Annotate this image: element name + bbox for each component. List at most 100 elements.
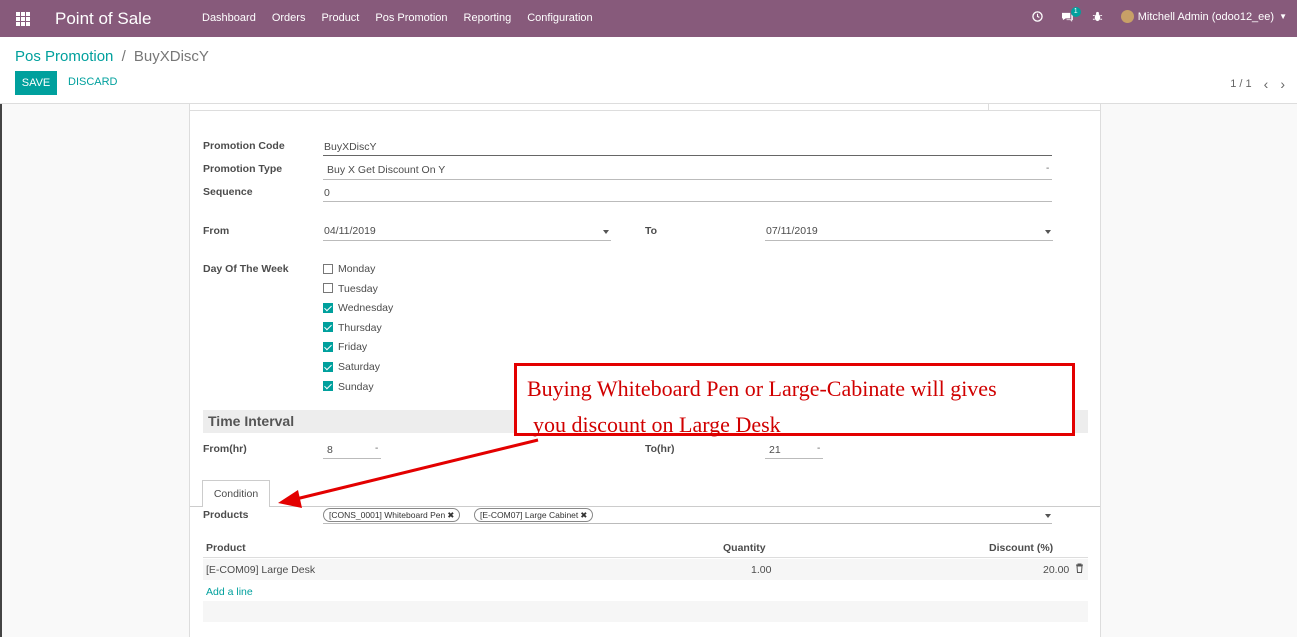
systray: 1 Mitchell Admin (odoo12_ee) ▼ — [1014, 7, 1287, 23]
from-hr-dropdown-icon[interactable]: - — [375, 443, 378, 454]
annotation-line-1: Buying Whiteboard Pen or Large-Cabinate … — [527, 376, 997, 401]
row-quantity[interactable]: 1.00 — [751, 564, 771, 576]
avatar — [1120, 10, 1134, 23]
day-label: Wednesday — [338, 302, 394, 315]
tab-strip-border — [190, 506, 1100, 507]
promotion-type-select[interactable]: Buy X Get Discount On Y — [327, 164, 445, 176]
from-date-underline — [323, 240, 611, 241]
discard-button[interactable]: DISCARD — [68, 76, 118, 88]
annotation-callout: Buying Whiteboard Pen or Large-Cabinate … — [514, 363, 1075, 437]
promotion-code-underline — [323, 155, 1052, 156]
menu-dashboard[interactable]: Dashboard — [202, 12, 256, 24]
app-brand[interactable]: Point of Sale — [55, 9, 151, 29]
from-hr-input[interactable]: 8 — [327, 444, 333, 456]
day-checkbox-wednesday[interactable] — [323, 302, 333, 313]
day-checkbox-sunday[interactable] — [323, 381, 333, 392]
discount-table-header — [203, 539, 1088, 558]
trash-icon[interactable] — [1075, 563, 1084, 576]
user-name: Mitchell Admin (odoo12_ee) — [1137, 10, 1275, 23]
day-checkbox-thursday[interactable] — [323, 322, 333, 333]
sheet-divider — [190, 110, 1100, 111]
bug-icon[interactable] — [1092, 11, 1103, 22]
product-tag[interactable]: [CONS_0001] Whiteboard Pen ✖ — [323, 508, 461, 522]
promotion-type-dropdown-icon[interactable]: - — [1046, 163, 1049, 174]
control-panel: Pos Promotion / BuyXDiscY SAVE DISCARD 1… — [0, 37, 1297, 104]
remove-tag-icon[interactable]: ✖ — [447, 510, 454, 520]
products-dropdown-caret-icon[interactable] — [1045, 514, 1051, 518]
tab-condition[interactable]: Condition — [202, 480, 270, 507]
from-date-caret-icon[interactable] — [603, 230, 609, 234]
day-checkbox-friday[interactable] — [323, 341, 333, 352]
day-checkbox-tuesday[interactable] — [323, 283, 333, 294]
pager-value[interactable]: 1 / 1 — [1230, 78, 1251, 90]
promotion-code-label: Promotion Code — [203, 140, 285, 152]
to-hr-input[interactable]: 21 — [769, 444, 781, 456]
menu-orders[interactable]: Orders — [272, 12, 306, 24]
day-checkbox-monday[interactable] — [323, 263, 333, 274]
products-label: Products — [203, 509, 249, 521]
row-discount[interactable]: 20.00 — [1043, 564, 1069, 576]
chat-badge: 1 — [1070, 7, 1081, 17]
column-header-product[interactable]: Product — [206, 542, 246, 554]
day-label: Sunday — [338, 380, 374, 393]
top-navbar: Point of Sale Dashboard Orders Product P… — [0, 0, 1297, 37]
chat-icon[interactable]: 1 — [1061, 7, 1081, 22]
from-date-input[interactable]: 04/11/2019 — [324, 225, 376, 237]
from-hr-underline — [323, 458, 381, 459]
day-of-week-label: Day Of The Week — [203, 263, 289, 275]
products-underline — [323, 523, 1052, 524]
column-header-quantity[interactable]: Quantity — [723, 542, 766, 554]
table-empty-row — [203, 601, 1088, 622]
from-hr-label: From(hr) — [203, 443, 247, 455]
menu-configuration[interactable]: Configuration — [527, 12, 592, 24]
main-menu: Dashboard Orders Product Pos Promotion R… — [202, 12, 609, 24]
day-label: Monday — [338, 263, 376, 275]
promotion-type-label: Promotion Type — [203, 163, 283, 175]
sequence-input[interactable]: 0 — [324, 187, 330, 199]
day-label: Thursday — [338, 321, 382, 334]
add-line-link[interactable]: Add a line — [206, 586, 253, 598]
chevron-down-icon: ▼ — [1279, 12, 1287, 21]
day-label: Tuesday — [338, 282, 378, 295]
pager: 1 / 1 ‹ › — [1230, 76, 1285, 92]
pager-next-icon[interactable]: › — [1280, 76, 1285, 92]
promotion-code-input[interactable]: BuyXDiscY — [324, 141, 377, 153]
to-date-caret-icon[interactable] — [1045, 230, 1051, 234]
product-tag[interactable]: [E-COM07] Large Cabinet ✖ — [474, 508, 594, 522]
annotation-text: Buying Whiteboard Pen or Large-Cabinate … — [527, 371, 1067, 443]
breadcrumb-current: BuyXDiscY — [133, 48, 209, 65]
to-hr-dropdown-icon[interactable]: - — [817, 443, 820, 454]
menu-product[interactable]: Product — [321, 12, 359, 24]
product-tag-label: [CONS_0001] Whiteboard Pen — [329, 510, 446, 520]
sequence-underline — [323, 201, 1052, 202]
sequence-label: Sequence — [203, 186, 253, 198]
to-hr-label: To(hr) — [645, 443, 675, 455]
menu-reporting[interactable]: Reporting — [464, 12, 512, 24]
apps-menu-icon[interactable] — [16, 12, 30, 26]
breadcrumb: Pos Promotion / BuyXDiscY — [15, 48, 209, 65]
pager-previous-icon[interactable]: ‹ — [1264, 76, 1269, 92]
breadcrumb-separator: / — [121, 48, 126, 65]
row-product[interactable]: [E-COM09] Large Desk — [206, 564, 315, 576]
menu-pos-promotion[interactable]: Pos Promotion — [375, 12, 447, 24]
time-interval-title: Time Interval — [208, 413, 295, 429]
save-button[interactable]: SAVE — [15, 71, 57, 95]
to-date-underline — [765, 240, 1053, 241]
to-date-input[interactable]: 07/11/2019 — [766, 225, 818, 237]
table-row[interactable] — [203, 559, 1088, 580]
day-label: Saturday — [338, 361, 381, 373]
clock-icon[interactable] — [1031, 11, 1043, 22]
sheet-divider-mark — [988, 104, 989, 110]
promotion-type-underline — [323, 179, 1052, 180]
product-tag-label: [E-COM07] Large Cabinet — [480, 510, 579, 520]
annotation-line-2: you discount on Large Desk — [533, 412, 781, 437]
to-hr-underline — [765, 458, 823, 459]
day-checkbox-saturday[interactable] — [323, 361, 333, 372]
from-label: From — [203, 225, 230, 237]
column-header-discount[interactable]: Discount (%) — [989, 542, 1053, 554]
to-label: To — [645, 225, 658, 237]
user-menu[interactable]: Mitchell Admin (odoo12_ee) ▼ — [1120, 10, 1287, 23]
breadcrumb-parent[interactable]: Pos Promotion — [15, 48, 113, 65]
remove-tag-icon[interactable]: ✖ — [580, 510, 587, 520]
day-label: Friday — [338, 341, 368, 354]
